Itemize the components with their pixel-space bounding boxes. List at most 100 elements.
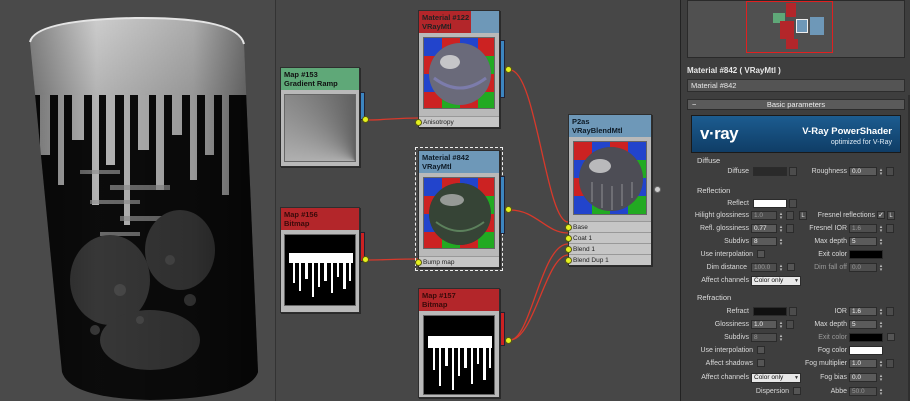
dim-distance-checkbox[interactable] [787,263,795,271]
refl-exit-color-swatch[interactable] [849,250,883,259]
node-header: P2as VRayBlendMtl [569,115,651,137]
refr-glossiness-spinner[interactable]: 1.0 [751,320,777,329]
refr-glossiness-label: Glossiness [714,321,749,328]
refl-glossiness-spinner[interactable]: 0.77 [751,224,777,233]
slot-base[interactable]: Base [565,221,651,232]
viewport[interactable] [0,0,276,401]
node-gradient-ramp[interactable]: Map #153 Gradient Ramp [280,67,360,167]
spinner-arrows-icon[interactable]: ▴ ▾ [878,374,884,383]
dispersion-checkbox[interactable] [793,387,801,395]
node-material-842[interactable]: Material #842 VRayMtl Bump map [415,147,503,271]
lock-l-button[interactable]: L [799,211,807,220]
node-title: Map #156 [284,210,318,219]
spinner-arrows-icon[interactable]: ▴ ▾ [878,360,884,369]
slot-bump-map[interactable]: Bump map [415,256,499,267]
spinner-arrows-icon[interactable]: ▴ ▾ [878,264,884,273]
refr-subdivs-label: Subdivs [724,334,749,341]
diffuse-map-button[interactable] [789,167,797,176]
fresnel-ior-label: Fresnel IOR [809,225,847,232]
node-vray-blend[interactable]: P2as VRayBlendMtl Base Coat 1 Blend 1 Bl… [565,114,652,266]
collapse-icon: − [692,100,697,109]
refl-gloss-map-button[interactable] [786,224,794,233]
fog-multiplier-spinner[interactable]: 1.0 [849,359,877,368]
node-material-122[interactable]: Material #122 VRayMtl Anisotropy [415,10,500,128]
dim-fall-off-label: Dim fall off [814,264,847,271]
fresnel-ior-spinner[interactable]: 1.6 [849,224,877,233]
slot-label: Bump map [423,259,455,266]
dim-fall-off-spinner[interactable]: 0.0 [849,263,877,272]
node-bitmap-157[interactable]: Map #157 Bitmap [418,288,500,398]
dim-distance-spinner[interactable]: 100.0 [751,263,777,272]
navigator[interactable] [687,0,905,58]
spinner-arrows-icon[interactable]: ▴ ▾ [878,238,884,247]
group-refraction-title: Refraction [697,293,732,302]
refr-gloss-map-button[interactable] [786,320,794,329]
refr-use-interpolation-checkbox[interactable] [757,346,765,354]
output-socket[interactable] [654,186,661,193]
output-socket[interactable] [505,337,512,344]
output-socket[interactable] [505,66,512,73]
ior-map-button[interactable] [886,307,894,316]
output-socket[interactable] [505,206,512,213]
refl-affect-channels-dropdown[interactable]: Color only ▼ [751,276,801,286]
spinner-arrows-icon[interactable]: ▴ ▾ [778,212,784,221]
refract-map-button[interactable] [789,307,797,316]
fresnel-reflections-checkbox[interactable]: ✓ [877,211,885,219]
affect-shadows-checkbox[interactable] [757,359,765,367]
fresnel-l-button[interactable]: L [887,211,895,220]
hilight-glossiness-spinner[interactable]: 1.0 [751,211,777,220]
refr-affect-channels-label: Affect channels [701,374,749,381]
refl-use-interpolation-checkbox[interactable] [757,250,765,258]
spinner-arrows-icon[interactable]: ▴ ▾ [778,225,784,234]
refract-color-swatch[interactable] [753,307,787,316]
reflect-map-button[interactable] [789,199,797,208]
spinner-arrows-icon[interactable]: ▴ ▾ [878,308,884,317]
spinner-arrows-icon[interactable]: ▴ ▾ [778,321,784,330]
input-socket[interactable] [415,119,422,126]
spinner-arrows-icon[interactable]: ▴ ▾ [778,334,784,343]
input-socket[interactable] [565,246,572,253]
spinner-arrows-icon[interactable]: ▴ ▾ [878,225,884,234]
spinner-arrows-icon[interactable]: ▴ ▾ [878,388,884,397]
fresnel-ior-map-button[interactable] [886,224,894,233]
refr-exit-color-checkbox[interactable] [887,333,895,341]
fog-bias-spinner[interactable]: 0.0 [849,373,877,382]
diffuse-color-swatch[interactable] [753,167,787,176]
refl-glossiness-label: Refl. glossiness [699,225,749,232]
refr-exit-color-swatch[interactable] [849,333,883,342]
input-socket[interactable] [565,257,572,264]
spinner-arrows-icon[interactable]: ▴ ▾ [778,264,784,273]
roughness-spinner[interactable]: 0.0 [849,167,877,176]
refl-max-depth-spinner[interactable]: 5 [849,237,877,246]
slot-anisotropy[interactable]: Anisotropy [415,116,499,127]
spinner-arrows-icon[interactable]: ▴ ▾ [878,168,884,177]
node-type: Gradient Ramp [284,79,338,88]
output-socket[interactable] [362,116,369,123]
slot-blend-dup-1[interactable]: Blend Dup 1 [565,254,651,265]
spinner-arrows-icon[interactable]: ▴ ▾ [878,321,884,330]
ior-spinner[interactable]: 1.6 [849,307,877,316]
spinner-arrows-icon[interactable]: ▴ ▾ [778,238,784,247]
output-socket[interactable] [362,256,369,263]
roughness-map-button[interactable] [886,167,894,176]
slot-coat-1[interactable]: Coat 1 [565,232,651,243]
refr-max-depth-label: Max depth [814,321,847,328]
slot-blend-1[interactable]: Blend 1 [565,243,651,254]
node-type: VRayBlendMtl [572,126,623,135]
reflect-color-swatch[interactable] [753,199,787,208]
fog-mult-map-button[interactable] [886,359,894,368]
refr-subdivs-spinner[interactable]: 8 [751,333,777,342]
material-name-field[interactable]: Material #842 [687,79,905,92]
refl-subdivs-spinner[interactable]: 8 [751,237,777,246]
fog-color-swatch[interactable] [849,346,883,355]
refr-max-depth-spinner[interactable]: 5 [849,320,877,329]
input-socket[interactable] [565,235,572,242]
node-bitmap-156[interactable]: Map #156 Bitmap [280,207,360,313]
slate-node-view[interactable]: Map #153 Gradient Ramp Material #122 VRa… [276,0,680,401]
rollout-basic-parameters[interactable]: − Basic parameters [687,99,905,110]
abbe-spinner[interactable]: 50.0 [849,387,877,396]
input-socket[interactable] [565,224,572,231]
input-socket[interactable] [415,259,422,266]
hilight-map-button[interactable] [786,211,794,220]
refr-affect-channels-dropdown[interactable]: Color only ▼ [751,373,801,383]
